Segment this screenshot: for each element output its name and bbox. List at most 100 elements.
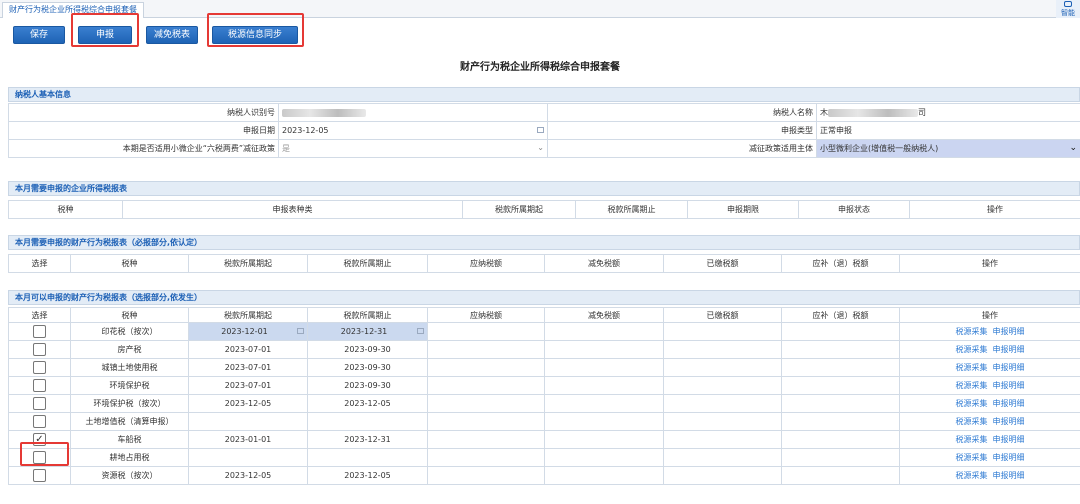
- row-checkbox[interactable]: [33, 415, 46, 428]
- table-row: 城镇土地使用税 2023-07-01 2023-09-30 税源采集 申报明细: [8, 358, 1080, 377]
- declare-detail-link[interactable]: 申报明细: [993, 345, 1025, 354]
- page-title: 财产行为税企业所得税综合申报套餐: [460, 62, 620, 73]
- operation-cell: 税源采集 申报明细: [899, 412, 1080, 431]
- declare-date-field[interactable]: 2023-12-05: [278, 121, 548, 140]
- declare-detail-link[interactable]: 申报明细: [993, 435, 1025, 444]
- row-select-cell[interactable]: [8, 412, 71, 431]
- relief-table-button[interactable]: 减免税表: [146, 26, 198, 44]
- declare-detail-link[interactable]: 申报明细: [993, 381, 1025, 390]
- table-row: ✓ 车船税 2023-01-01 2023-12-31 税源采集 申报明细: [8, 430, 1080, 449]
- row-select-cell[interactable]: [8, 322, 71, 341]
- period-end-field[interactable]: 2023-12-05: [307, 394, 428, 413]
- row-checkbox[interactable]: [33, 325, 46, 338]
- declare-detail-link[interactable]: 申报明细: [993, 417, 1025, 426]
- period-start-field[interactable]: [188, 448, 308, 467]
- row-checkbox[interactable]: [33, 343, 46, 356]
- period-end-field[interactable]: 2023-09-30: [307, 376, 428, 395]
- declare-detail-link[interactable]: 申报明细: [993, 453, 1025, 462]
- tax-source-collect-link[interactable]: 税源采集: [956, 363, 988, 372]
- period-end-field[interactable]: [307, 412, 428, 431]
- declare-detail-link[interactable]: 申报明细: [993, 327, 1025, 336]
- col-header: 税种: [8, 200, 123, 219]
- tax-source-collect-link[interactable]: 税源采集: [956, 399, 988, 408]
- table-row: 房产税 2023-07-01 2023-09-30 税源采集 申报明细: [8, 340, 1080, 359]
- required-tax-table: 选择 税种 税款所属期起 税款所属期止 应纳税额 减免税额 已缴税额 应补（退）…: [8, 254, 1080, 273]
- period-start-field[interactable]: 2023-07-01: [188, 358, 308, 377]
- chevron-down-icon: ⌄: [537, 143, 544, 152]
- period-end-field[interactable]: 2023-12-05: [307, 466, 428, 485]
- taxpayer-name-suffix: 司: [918, 108, 926, 117]
- declare-detail-link[interactable]: 申报明细: [993, 363, 1025, 372]
- declare-date-value: 2023-12-05: [282, 126, 329, 135]
- col-header: 已缴税额: [663, 254, 782, 273]
- col-header: 税款所属期止: [307, 307, 428, 323]
- row-select-cell[interactable]: [8, 358, 71, 377]
- period-start-value: 2023-12-05: [224, 471, 272, 480]
- tax-source-collect-link[interactable]: 税源采集: [956, 381, 988, 390]
- table-row: 资源税（按次） 2023-12-05 2023-12-05 税源采集 申报明细: [8, 466, 1080, 485]
- period-end-field[interactable]: 2023-09-30: [307, 358, 428, 377]
- tax-source-collect-link[interactable]: 税源采集: [956, 453, 988, 462]
- refund-amount-cell: [781, 448, 900, 467]
- row-checkbox[interactable]: [33, 379, 46, 392]
- col-header: 税款所属期起: [188, 307, 308, 323]
- payable-amount-cell: [427, 340, 545, 359]
- col-header: 税款所属期止: [307, 254, 428, 273]
- period-start-field[interactable]: 2023-12-05: [188, 466, 308, 485]
- declare-detail-link[interactable]: 申报明细: [993, 471, 1025, 480]
- period-start-field[interactable]: 2023-01-01: [188, 430, 308, 449]
- calendar-icon[interactable]: [417, 328, 424, 334]
- period-start-field[interactable]: 2023-12-01: [188, 322, 308, 341]
- period-end-field[interactable]: 2023-09-30: [307, 340, 428, 359]
- policy-select[interactable]: 是 ⌄: [278, 139, 548, 158]
- period-start-field[interactable]: 2023-07-01: [188, 376, 308, 395]
- period-start-value: 2023-07-01: [224, 363, 272, 372]
- tax-source-collect-link[interactable]: 税源采集: [956, 345, 988, 354]
- col-header: 税款所属期起: [462, 200, 576, 219]
- relief-amount-cell: [544, 340, 664, 359]
- tax-source-collect-link[interactable]: 税源采集: [956, 327, 988, 336]
- tax-source-collect-link[interactable]: 税源采集: [956, 417, 988, 426]
- required-section-header: 本月需要申报的财产行为税报表（必报部分,依认定）: [8, 235, 1080, 250]
- smart-assistant-button[interactable]: 智能: [1056, 0, 1080, 18]
- table-row: 耕地占用税 税源采集 申报明细: [8, 448, 1080, 467]
- calendar-icon[interactable]: [537, 127, 544, 133]
- row-select-cell[interactable]: [8, 394, 71, 413]
- subject-select[interactable]: 小型微利企业(增值税一般纳税人) ⌄: [816, 139, 1080, 158]
- period-end-field[interactable]: 2023-12-31: [307, 322, 428, 341]
- period-end-value: 2023-12-05: [344, 471, 391, 480]
- period-end-field[interactable]: [307, 448, 428, 467]
- refund-amount-cell: [781, 358, 900, 377]
- declare-date-label: 申报日期: [8, 121, 279, 140]
- col-header: 申报表种类: [122, 200, 463, 219]
- col-header: 应纳税额: [427, 254, 545, 273]
- period-end-value: 2023-09-30: [344, 381, 391, 390]
- checkbox-highlight-box: [20, 442, 69, 466]
- row-select-cell[interactable]: [8, 466, 71, 485]
- income-tax-section-header: 本月需要申报的企业所得税报表: [8, 181, 1080, 196]
- period-start-field[interactable]: 2023-12-05: [188, 394, 308, 413]
- declare-detail-link[interactable]: 申报明细: [993, 399, 1025, 408]
- save-button[interactable]: 保存: [13, 26, 65, 44]
- col-header: 应补（退）税额: [781, 307, 900, 323]
- calendar-icon[interactable]: [297, 328, 304, 334]
- relief-amount-cell: [544, 394, 664, 413]
- row-select-cell[interactable]: [8, 340, 71, 359]
- period-start-field[interactable]: [188, 412, 308, 431]
- tax-type-cell: 印花税（按次）: [70, 322, 189, 341]
- row-select-cell[interactable]: [8, 376, 71, 395]
- period-end-field[interactable]: 2023-12-31: [307, 430, 428, 449]
- income-tax-table: 税种 申报表种类 税款所属期起 税款所属期止 申报期限 申报状态 操作: [8, 200, 1080, 219]
- col-header: 减免税额: [544, 254, 664, 273]
- taxpayer-id-label: 纳税人识别号: [8, 103, 279, 122]
- toolbar: 保存 申报 减免税表 税源信息同步: [0, 13, 1080, 53]
- row-checkbox[interactable]: [33, 361, 46, 374]
- row-checkbox[interactable]: [33, 397, 46, 410]
- relief-amount-cell: [544, 376, 664, 395]
- row-checkbox[interactable]: [33, 469, 46, 482]
- period-start-field[interactable]: 2023-07-01: [188, 340, 308, 359]
- tax-source-collect-link[interactable]: 税源采集: [956, 471, 988, 480]
- tax-source-collect-link[interactable]: 税源采集: [956, 435, 988, 444]
- paid-amount-cell: [663, 466, 782, 485]
- col-header: 税种: [70, 254, 189, 273]
